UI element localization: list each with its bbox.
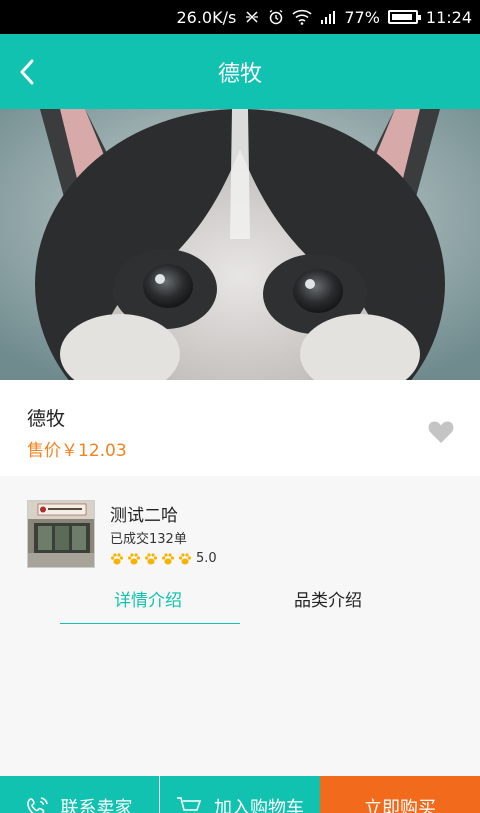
back-arrow-icon [20, 59, 34, 84]
buy-now-label: 立即购买 [364, 797, 436, 813]
product-price: 售价￥12.03 [27, 441, 127, 461]
signal-icon [320, 10, 336, 24]
shop-thumbnail[interactable] [27, 500, 95, 568]
shop-name[interactable]: 测试二哈 [110, 501, 178, 526]
contact-seller-button[interactable]: 联系卖家 [0, 776, 159, 813]
battery-percent: 77% [344, 7, 380, 27]
battery-icon [387, 10, 421, 24]
buy-now-button[interactable]: 立即购买 [320, 776, 480, 813]
wifi-icon [292, 9, 312, 25]
heart-icon[interactable] [428, 420, 454, 444]
tab-category[interactable]: 品类介绍 [294, 586, 362, 611]
paw-icon [111, 552, 123, 564]
page-title: 德牧 [217, 61, 262, 87]
product-info: 德牧 售价￥12.03 [0, 380, 480, 476]
alarm-icon [268, 9, 284, 25]
shop-rating: 5.0 [110, 551, 217, 566]
bottom-action-bar: 联系卖家 加入购物车 立即购买 [0, 776, 480, 813]
paw-icon [145, 552, 157, 564]
shop-section: 测试二哈 已成交132单 5.0 详情介绍 品类介绍 [0, 476, 480, 776]
back-button[interactable] [10, 52, 44, 92]
detail-tabs: 详情介绍 品类介绍 [0, 576, 480, 626]
contact-seller-label: 联系卖家 [60, 797, 133, 813]
net-speed: 26.0K/s [176, 7, 237, 27]
app-header: 德牧 [0, 34, 480, 109]
data-sync-icon [244, 9, 260, 25]
add-to-cart-button[interactable]: 加入购物车 [160, 776, 320, 813]
shop-sold-count: 已成交132单 [110, 532, 187, 547]
clock: 11:24 [425, 7, 472, 27]
paw-icon [162, 552, 174, 564]
active-tab-indicator [60, 623, 240, 624]
tab-details[interactable]: 详情介绍 [114, 586, 182, 611]
rating-score: 5.0 [196, 551, 217, 566]
paw-icon [179, 552, 191, 564]
product-image [0, 109, 480, 380]
contact-icon [26, 796, 48, 813]
product-name: 德牧 [27, 408, 66, 430]
paw-icon [128, 552, 140, 564]
cart-icon [177, 796, 202, 813]
add-to-cart-label: 加入购物车 [214, 797, 304, 813]
status-bar: 26.0K/s 77% 11:24 [0, 0, 480, 34]
